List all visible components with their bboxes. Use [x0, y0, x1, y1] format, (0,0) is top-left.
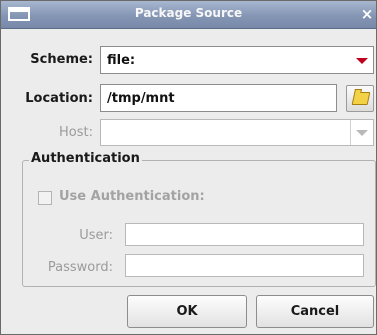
host-label: Host:: [59, 125, 93, 140]
location-value: /tmp/mnt: [107, 91, 175, 106]
scheme-value: file:: [107, 53, 136, 68]
window-title: Package Source: [134, 6, 243, 20]
browse-folder-button[interactable]: [346, 85, 374, 112]
use-authentication-label[interactable]: Use Authentication:: [59, 189, 205, 204]
password-input[interactable]: [125, 254, 364, 277]
ok-button[interactable]: OK: [127, 295, 247, 328]
cancel-button[interactable]: Cancel: [256, 295, 374, 328]
folder-icon: [351, 92, 371, 105]
user-label: User:: [79, 228, 113, 243]
host-combo[interactable]: [100, 119, 374, 146]
scheme-dropdown[interactable]: file:: [100, 46, 374, 74]
package-source-dialog: Package Source × Scheme: file: Location:…: [0, 0, 377, 335]
chevron-down-icon[interactable]: [356, 130, 368, 136]
password-label: Password:: [47, 260, 113, 275]
title-bar[interactable]: Package Source ×: [1, 1, 376, 29]
authentication-group-title: Authentication: [29, 151, 142, 166]
chevron-down-icon[interactable]: [356, 58, 368, 64]
location-input[interactable]: /tmp/mnt: [100, 84, 337, 112]
host-combo-divider: [350, 120, 351, 145]
scheme-label: Scheme:: [30, 52, 93, 67]
user-input[interactable]: [125, 223, 364, 246]
close-icon[interactable]: ×: [360, 5, 374, 23]
location-label: Location:: [25, 91, 93, 106]
use-authentication-checkbox[interactable]: [38, 191, 52, 205]
